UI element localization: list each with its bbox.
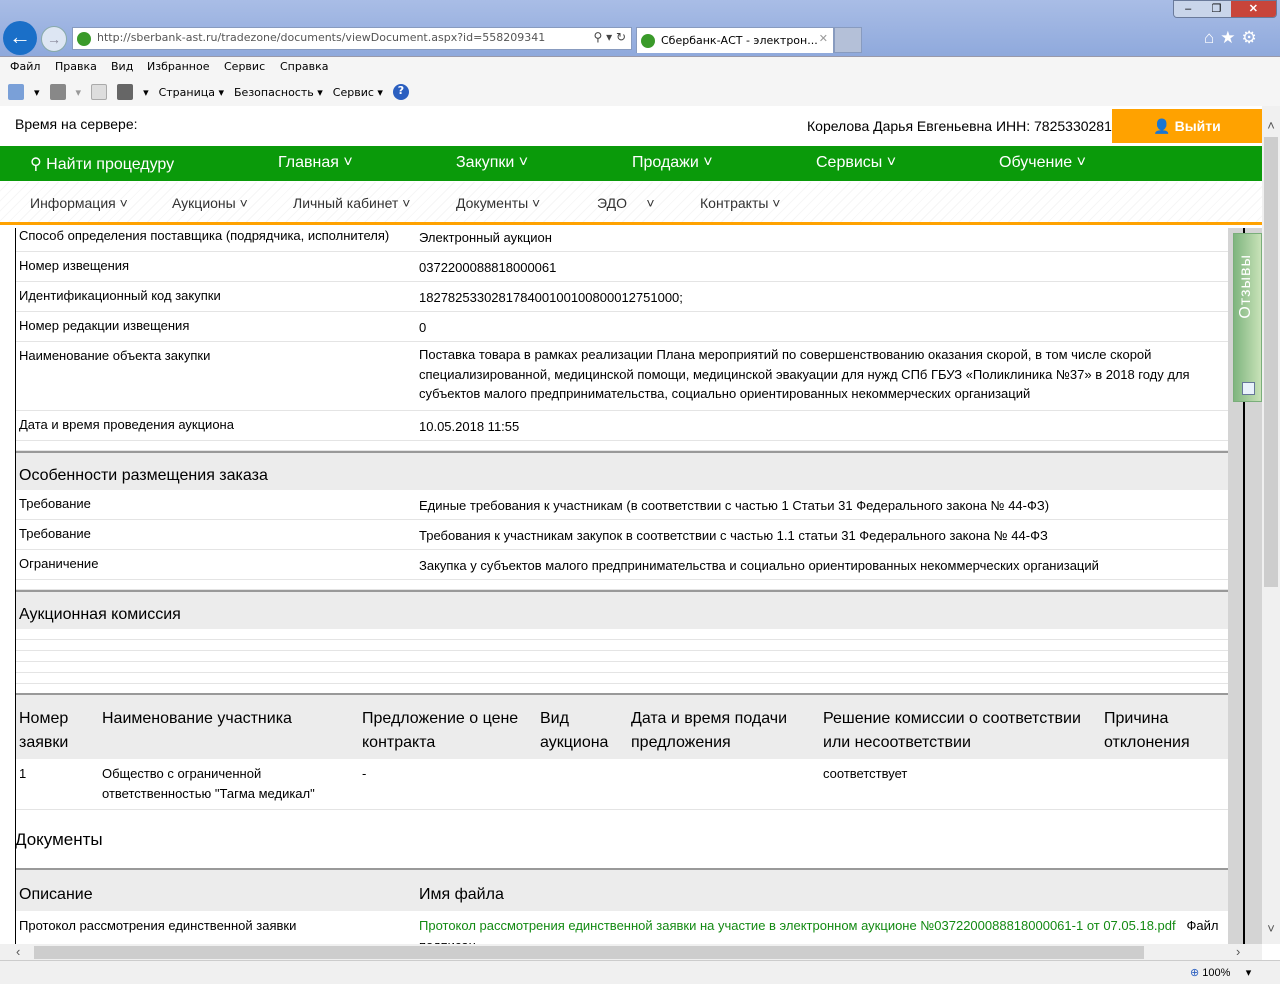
zoom-control[interactable]: ⊕ 100% ▾ (1190, 966, 1251, 979)
home-icon[interactable] (8, 84, 24, 100)
scroll-up-icon[interactable]: ˄ (1262, 118, 1280, 133)
table-row: Протокол рассмотрения единственной заявк… (16, 911, 1228, 944)
detail-row: Наименование объекта закупки Поставка тов… (16, 342, 1228, 411)
subnav-cabinet[interactable]: Личный кабинет ˅ (293, 195, 410, 211)
menu-tools[interactable]: Сервис (224, 60, 265, 73)
edit-icon (1242, 382, 1255, 395)
mail-icon[interactable] (91, 84, 108, 100)
bids-table: Номер заявки Наименование участника Пред… (16, 693, 1228, 810)
vertical-scroll-thumb[interactable] (1264, 137, 1278, 587)
subnav-info[interactable]: Информация ˅ (30, 195, 128, 211)
help-icon[interactable]: ? (392, 84, 409, 100)
print-icon[interactable] (117, 84, 134, 100)
logout-button[interactable]: 👤 Выйти (1112, 109, 1262, 143)
url-text: http://sberbank-ast.ru/tradezone/documen… (97, 31, 546, 44)
menu-bar: Файл Правка Вид Избранное Сервис Справка… (0, 56, 1280, 106)
favorites-star-icon[interactable]: ★ (1220, 28, 1241, 47)
scroll-right-icon[interactable]: › (1236, 944, 1240, 959)
nav-main[interactable]: Главная ˅ (278, 154, 353, 172)
rss-icon[interactable] (49, 84, 66, 100)
menu-edit[interactable]: Правка (55, 60, 97, 73)
user-info: Корелова Дарья Евгеньевна ИНН: 782533028… (807, 118, 1112, 134)
scroll-left-icon[interactable]: ‹ (16, 944, 20, 959)
browser-titlebar: ← → http://sberbank-ast.ru/tradezone/doc… (0, 0, 1280, 56)
feature-row: Требование Единые требования к участникам… (16, 490, 1228, 520)
page-menu[interactable]: Страница ▾ (159, 86, 224, 99)
forward-button[interactable]: → (41, 26, 67, 52)
detail-row: Идентификационный код закупки 18278253302… (16, 282, 1228, 312)
column-header: Описание (16, 868, 416, 911)
window-controls: – ❐ ✕ (1173, 0, 1277, 18)
column-header: Предложение о цене контракта (359, 693, 537, 759)
detail-row: Способ определения поставщика (подрядчик… (16, 228, 1228, 252)
nav-services[interactable]: Сервисы ˅ (816, 154, 896, 172)
tools-menu[interactable]: Сервис ▾ (333, 86, 383, 99)
close-tab-icon[interactable]: ✕ (819, 32, 828, 45)
scroll-down-icon[interactable]: ˅ (1262, 921, 1280, 936)
subnav-auctions[interactable]: Аукционы ˅ (172, 195, 248, 211)
tab-title: Сбербанк-АСТ - электрон... (661, 34, 818, 47)
column-header: Вид аукциона (537, 693, 628, 759)
column-header: Решение комиссии о соответствии или несо… (820, 693, 1101, 759)
gear-icon[interactable]: ⚙ (1242, 28, 1263, 47)
search-icon: ⚲ (30, 156, 42, 173)
favicon-icon (641, 34, 655, 48)
section-title-features: Особенности размещения заказа (16, 451, 1228, 490)
section-title-commission: Аукционная комиссия (16, 590, 1228, 629)
new-tab-button[interactable] (834, 27, 862, 53)
zoom-icon: ⊕ (1190, 967, 1200, 979)
restore-button[interactable]: ❐ (1202, 1, 1231, 17)
menu-view[interactable]: Вид (111, 60, 133, 73)
column-header: Наименование участника (99, 693, 359, 759)
detail-row: Номер извещения 0372200088818000061 (16, 252, 1228, 282)
feature-row: Требование Требования к участникам закупо… (16, 520, 1228, 550)
main-nav: ⚲ Найти процедуру Главная ˅ Закупки ˅ Пр… (0, 146, 1262, 181)
documents-title: Документы (15, 830, 103, 849)
nav-education[interactable]: Обучение ˅ (999, 154, 1086, 172)
browser-icons: ⌂★⚙ (1204, 28, 1263, 48)
home-icon[interactable]: ⌂ (1204, 28, 1220, 47)
detail-row: Номер редакции извещения 0 (16, 312, 1228, 342)
column-header: Номер заявки (16, 693, 99, 759)
sub-nav: Информация ˅ Аукционы ˅ Личный кабинет ˅… (0, 182, 1262, 225)
subnav-documents[interactable]: Документы ˅ (456, 195, 540, 211)
address-bar[interactable]: http://sberbank-ast.ru/tradezone/documen… (72, 27, 632, 50)
file-link[interactable]: Протокол рассмотрения единственной заявк… (419, 918, 1176, 933)
site-header: Время на сервере: Корелова Дарья Евгенье… (0, 106, 1262, 146)
nav-find-procedure[interactable]: ⚲ Найти процедуру (30, 154, 174, 174)
menu-favorites[interactable]: Избранное (147, 60, 209, 73)
documents-table: Описание Имя файла Протокол рассмотрения … (16, 868, 1228, 944)
menu-file[interactable]: Файл (10, 60, 40, 73)
column-header: Причина отклонения (1101, 693, 1228, 759)
menu-help[interactable]: Справка (280, 60, 328, 73)
nav-sales[interactable]: Продажи ˅ (632, 154, 713, 172)
minimize-button[interactable]: – (1174, 1, 1203, 17)
user-icon: 👤 (1153, 118, 1171, 134)
status-bar: ⊕ 100% ▾ (0, 960, 1280, 984)
server-time-label: Время на сервере: (15, 116, 138, 132)
column-header: Имя файла (416, 868, 1228, 911)
back-button[interactable]: ← (3, 21, 37, 55)
column-header: Дата и время подачи предложения (628, 693, 820, 759)
safety-menu[interactable]: Безопасность ▾ (234, 86, 323, 99)
search-refresh-icon[interactable]: ⚲ ▾ ↻ (594, 30, 627, 44)
favicon-icon (77, 32, 91, 46)
detail-row: Дата и время проведения аукциона 10.05.20… (16, 411, 1228, 441)
table-row: 1 Общество с ограниченной ответственность… (16, 759, 1228, 810)
browser-tab[interactable]: Сбербанк-АСТ - электрон... ✕ (636, 27, 834, 53)
document-content: Способ определения поставщика (подрядчик… (15, 228, 1228, 944)
reviews-tab[interactable]: Отзывы (1233, 233, 1262, 402)
subnav-edo[interactable]: ЭДО ˅ (597, 195, 655, 211)
horizontal-scroll-thumb[interactable] (34, 946, 1144, 959)
close-window-button[interactable]: ✕ (1230, 1, 1276, 17)
nav-purchases[interactable]: Закупки ˅ (456, 154, 528, 172)
feature-row: Ограничение Закупка у субъектов малого пр… (16, 550, 1228, 580)
command-bar: ▾ ▾ ▾ Страница ▾ Безопасность ▾ Сервис ▾… (8, 84, 409, 100)
subnav-contracts[interactable]: Контракты ˅ (700, 195, 781, 211)
